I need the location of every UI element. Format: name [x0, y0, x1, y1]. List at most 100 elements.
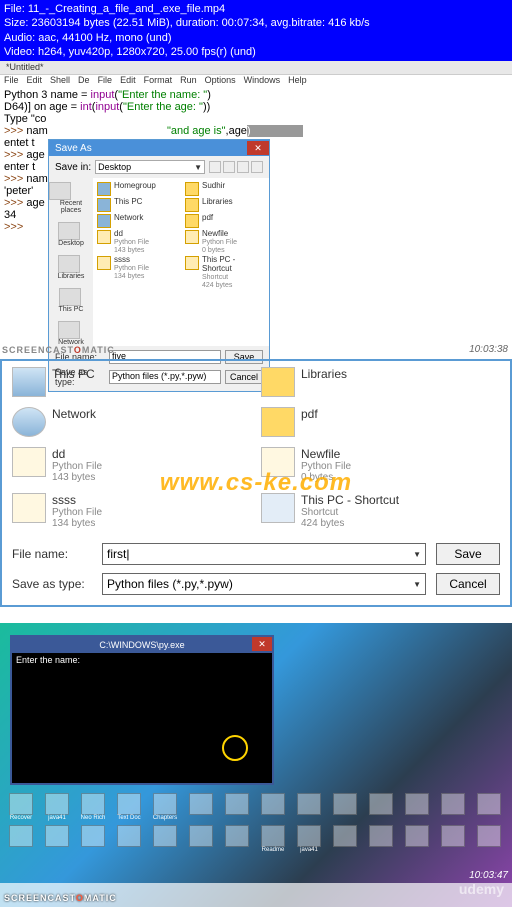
file-item[interactable]: This PC - ShortcutShortcut424 bytes: [185, 256, 265, 289]
menu-file[interactable]: File: [4, 75, 19, 87]
close-icon[interactable]: ✕: [247, 141, 269, 155]
file-item-pdf[interactable]: pdf: [261, 407, 500, 437]
desktop-icon[interactable]: [400, 793, 434, 821]
desktop-icon[interactable]: [364, 825, 398, 853]
desktop-icon[interactable]: [292, 793, 326, 821]
e-save-button[interactable]: Save: [436, 543, 500, 565]
idle-menubar: File Edit Shell De File Edit Format Run …: [0, 75, 512, 87]
savein-dropdown[interactable]: Desktop ▼: [95, 160, 205, 174]
python-file-icon: [12, 493, 46, 523]
file-item-libraries[interactable]: Libraries: [261, 367, 500, 397]
file-item[interactable]: pdf: [185, 214, 265, 228]
file-item-ssss[interactable]: ssssPython File134 bytes: [12, 493, 251, 529]
chevron-down-icon: ▼: [413, 550, 421, 559]
savein-label: Save in:: [55, 162, 91, 173]
file-item[interactable]: Homegroup: [97, 182, 177, 196]
save-as-filelist[interactable]: Homegroup This PC Network ddPython File1…: [93, 178, 269, 346]
chevron-down-icon: ▼: [194, 163, 202, 172]
size-line: Size: 23603194 bytes (22.51 MiB), durati…: [4, 16, 508, 30]
cmd-titlebar: C:\WINDOWS\py.exe ✕: [12, 637, 272, 653]
desktop-icon[interactable]: [256, 793, 290, 821]
sidebar-recent[interactable]: Recent places: [49, 182, 93, 214]
menu-edit2[interactable]: Edit: [120, 75, 136, 87]
pc-icon: [12, 367, 46, 397]
menu-edit[interactable]: Edit: [27, 75, 43, 87]
watermark: SCREENCASTOMATIC: [2, 345, 115, 355]
desktop-icon[interactable]: [184, 825, 218, 853]
sidebar-thispc[interactable]: This PC: [59, 288, 84, 313]
sidebar-libraries[interactable]: Libraries: [58, 255, 85, 280]
e-filename-input[interactable]: first|▼: [102, 543, 426, 565]
desktop-icon[interactable]: [184, 793, 218, 821]
desktop-icon[interactable]: Neo Rich: [76, 793, 110, 821]
desktop-icon[interactable]: [328, 793, 362, 821]
close-icon[interactable]: ✕: [252, 637, 272, 651]
desktop-icon[interactable]: java41: [292, 825, 326, 853]
desktop-icon[interactable]: [436, 793, 470, 821]
file-item[interactable]: Libraries: [185, 198, 265, 212]
desktop-video-frame: SCREENCASTOMATIC C:\WINDOWS\py.exe ✕ Ent…: [0, 609, 512, 907]
desktop-icon[interactable]: [4, 825, 38, 853]
file-item[interactable]: Sudhir: [185, 182, 265, 196]
desktop-icon[interactable]: [328, 825, 362, 853]
desktop-icon[interactable]: [220, 825, 254, 853]
views-icon[interactable]: [251, 161, 263, 173]
desktop-icon[interactable]: Readme: [256, 825, 290, 853]
desktop-icon[interactable]: [40, 825, 74, 853]
udemy-logo: udemy: [459, 881, 504, 897]
cmd-window[interactable]: C:\WINDOWS\py.exe ✕ Enter the name:: [10, 635, 274, 785]
e-filetype-label: Save as type:: [12, 577, 92, 591]
file-item[interactable]: ssssPython File134 bytes: [97, 256, 177, 280]
file-item-network[interactable]: Network: [12, 407, 251, 437]
file-line: File: 11_-_Creating_a_file_and_.exe_file…: [4, 2, 508, 16]
file-item[interactable]: NewfilePython File0 bytes: [185, 230, 265, 254]
desktop-icon[interactable]: java41: [40, 793, 74, 821]
desktop-icon[interactable]: [400, 825, 434, 853]
menu-help[interactable]: Help: [288, 75, 307, 87]
python-file-icon: [12, 447, 46, 477]
menu-shell[interactable]: Shell: [50, 75, 70, 87]
sidebar-desktop[interactable]: Desktop: [58, 222, 84, 247]
file-item[interactable]: ddPython File143 bytes: [97, 230, 177, 254]
site-watermark: www.cs-ke.com: [160, 469, 352, 497]
desktop-icon[interactable]: [436, 825, 470, 853]
up-icon[interactable]: [223, 161, 235, 173]
file-item-shortcut[interactable]: This PC - ShortcutShortcut424 bytes: [261, 493, 500, 529]
timestamp: 10:03:47: [469, 870, 508, 881]
desktop-icon[interactable]: [76, 825, 110, 853]
desktop-icon[interactable]: [220, 793, 254, 821]
e-filetype-dropdown[interactable]: Python files (*.py,*.pyw)▼: [102, 573, 426, 595]
menu-file2[interactable]: File: [98, 75, 113, 87]
file-item[interactable]: This PC: [97, 198, 177, 212]
desktop-icon[interactable]: Text Doc: [112, 793, 146, 821]
back-icon[interactable]: [209, 161, 221, 173]
cmd-body[interactable]: Enter the name:: [12, 653, 272, 783]
menu-options[interactable]: Options: [205, 75, 236, 87]
e-cancel-button[interactable]: Cancel: [436, 573, 500, 595]
desktop-icon[interactable]: [472, 793, 506, 821]
desktop-icon[interactable]: [112, 825, 146, 853]
desktop-icon[interactable]: [148, 825, 182, 853]
video-line: Video: h264, yuv420p, 1280x720, 25.00 fp…: [4, 45, 508, 59]
watermark: SCREENCASTOMATIC: [4, 893, 117, 903]
folder-icon: [261, 367, 295, 397]
media-info-header: File: 11_-_Creating_a_file_and_.exe_file…: [0, 0, 512, 61]
audio-line: Audio: aac, 44100 Hz, mono (und): [4, 31, 508, 45]
idle-window: *Untitled* File Edit Shell De File Edit …: [0, 61, 512, 357]
file-item-thispc[interactable]: This PC: [12, 367, 251, 397]
menu-run[interactable]: Run: [180, 75, 197, 87]
file-item[interactable]: Network: [97, 214, 177, 228]
desktop-icon[interactable]: Recover: [4, 793, 38, 821]
cmd-prompt-line: Enter the name:: [16, 655, 268, 665]
timestamp: 10:03:38: [469, 344, 508, 355]
menu-de[interactable]: De: [78, 75, 90, 87]
chevron-down-icon: ▼: [413, 580, 421, 589]
desktop-icon[interactable]: [364, 793, 398, 821]
sidebar-network[interactable]: Network: [58, 321, 84, 346]
menu-windows[interactable]: Windows: [244, 75, 281, 87]
menu-format[interactable]: Format: [144, 75, 173, 87]
desktop-icon[interactable]: [472, 825, 506, 853]
desktop-icon[interactable]: Chapters: [148, 793, 182, 821]
idle-code-area[interactable]: Python 3 name = input("Enter the name: "…: [0, 87, 512, 357]
newfolder-icon[interactable]: [237, 161, 249, 173]
